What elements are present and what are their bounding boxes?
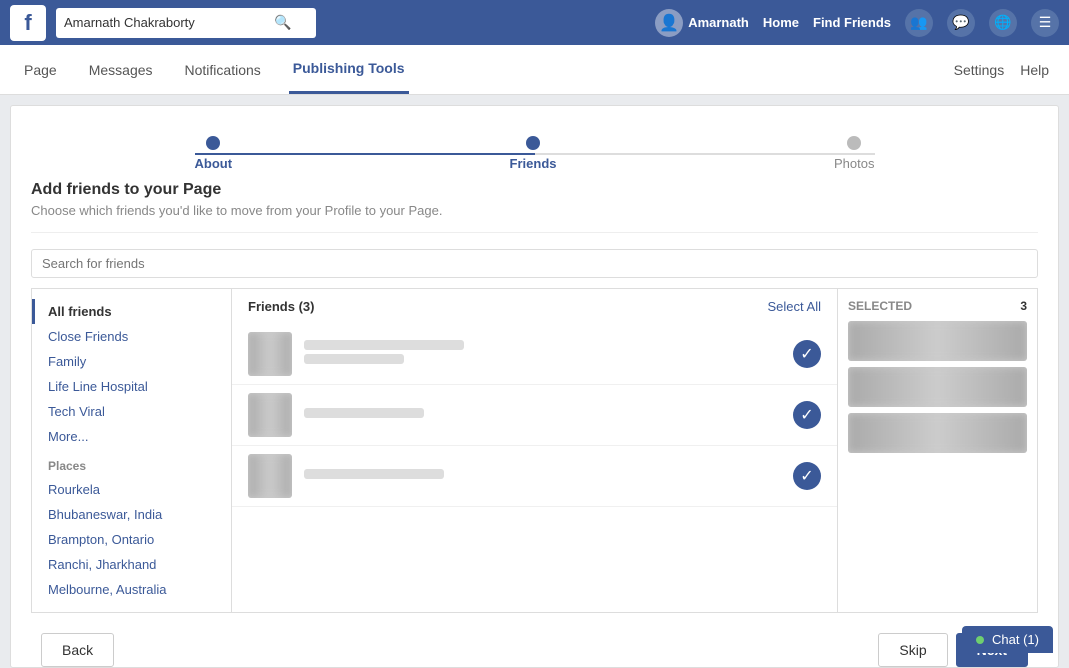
search-icon[interactable]: 🔍 [274, 14, 291, 31]
friend-avatar-2 [248, 393, 292, 437]
tab-notifications[interactable]: Notifications [181, 45, 265, 94]
avatar: 👤 [655, 9, 683, 37]
friends-list-header: Friends (3) Select All [232, 289, 837, 324]
tab-page[interactable]: Page [20, 45, 61, 94]
chat-online-dot [976, 636, 984, 644]
sub-nav-right: Settings Help [954, 62, 1049, 78]
step-label-about: About [195, 156, 233, 171]
search-input[interactable] [64, 15, 274, 30]
search-friends-container [31, 249, 1038, 288]
sidebar-item-bhubaneswar[interactable]: Bhubaneswar, India [32, 502, 231, 527]
step-photos: Photos [834, 136, 874, 171]
sidebar-item-more[interactable]: More... [32, 424, 231, 449]
friend-name-bar-1 [304, 340, 464, 350]
selected-label: SELECTED [848, 299, 912, 313]
step-about: About [195, 136, 233, 171]
avatar-blur-1 [248, 332, 292, 376]
selected-panel: SELECTED 3 [837, 289, 1037, 612]
sidebar-item-all-friends[interactable]: All friends [32, 299, 231, 324]
friend-avatar-1 [248, 332, 292, 376]
selected-avatar-2 [848, 367, 1027, 407]
notifications-icon[interactable]: 🌐 [989, 9, 1017, 37]
check-icon-1[interactable]: ✓ [793, 340, 821, 368]
selected-avatar-blur-3 [848, 413, 1027, 453]
search-friends-input[interactable] [31, 249, 1038, 278]
friend-name-block-2 [304, 408, 781, 422]
search-bar[interactable]: 🔍 [56, 8, 316, 38]
bottom-bar: Back Skip Next [31, 633, 1038, 667]
step-friends: Friends [510, 136, 557, 171]
messages-icon[interactable]: 💬 [947, 9, 975, 37]
selected-avatar-1 [848, 321, 1027, 361]
select-all-button[interactable]: Select All [768, 299, 821, 314]
nav-right: 👤 Amarnath Home Find Friends 👥 💬 🌐 ☰ [655, 9, 1059, 37]
friend-row[interactable]: ✓ [232, 385, 837, 446]
sub-navigation: Page Messages Notifications Publishing T… [0, 45, 1069, 95]
friend-name-block-3 [304, 469, 781, 483]
avatar-blur-2 [248, 393, 292, 437]
friend-row[interactable]: ✓ [232, 324, 837, 385]
sidebar-item-family[interactable]: Family [32, 349, 231, 374]
step-label-friends: Friends [510, 156, 557, 171]
skip-button[interactable]: Skip [878, 633, 947, 667]
top-navigation: f 🔍 👤 Amarnath Home Find Friends 👥 💬 🌐 ☰ [0, 0, 1069, 45]
friends-main: Friends (3) Select All ✓ [232, 289, 837, 612]
sidebar-item-rourkela[interactable]: Rourkela [32, 477, 231, 502]
settings-icon[interactable]: ☰ [1031, 9, 1059, 37]
nav-home[interactable]: Home [763, 15, 799, 30]
tab-publishing-tools[interactable]: Publishing Tools [289, 45, 409, 94]
sidebar-item-melbourne[interactable]: Melbourne, Australia [32, 577, 231, 602]
back-button[interactable]: Back [41, 633, 114, 667]
chat-bar[interactable]: Chat (1) [962, 626, 1053, 653]
settings-button[interactable]: Settings [954, 62, 1005, 78]
main-card: About Friends Photos Add friends to your… [10, 105, 1059, 668]
avatar-blur-3 [248, 454, 292, 498]
sidebar-item-ranchi[interactable]: Ranchi, Jharkhand [32, 552, 231, 577]
section-title: Add friends to your Page [31, 181, 1038, 199]
friend-avatar-3 [248, 454, 292, 498]
selected-avatar-blur-1 [848, 321, 1027, 361]
section-header: Add friends to your Page Choose which fr… [31, 181, 1038, 233]
section-subtitle: Choose which friends you'd like to move … [31, 203, 1038, 218]
chat-label: Chat (1) [992, 632, 1039, 647]
step-dot-about [206, 136, 220, 150]
friends-panel: All friends Close Friends Family Life Li… [31, 288, 1038, 613]
step-dot-friends [526, 136, 540, 150]
selected-header: SELECTED 3 [848, 299, 1027, 313]
friend-name-bar-3 [304, 408, 424, 418]
selected-avatar-blur-2 [848, 367, 1027, 407]
sidebar-item-life-line[interactable]: Life Line Hospital [32, 374, 231, 399]
nav-user[interactable]: 👤 Amarnath [655, 9, 749, 37]
friend-row[interactable]: ✓ [232, 446, 837, 507]
selected-avatar-3 [848, 413, 1027, 453]
selected-count: 3 [1020, 299, 1027, 313]
friend-name-bar-5 [304, 469, 444, 479]
user-name: Amarnath [688, 15, 749, 30]
progress-bar: About Friends Photos [195, 136, 875, 171]
check-icon-2[interactable]: ✓ [793, 401, 821, 429]
sidebar-item-close-friends[interactable]: Close Friends [32, 324, 231, 349]
nav-find-friends[interactable]: Find Friends [813, 15, 891, 30]
progress-line-active [195, 153, 535, 155]
friends-count: Friends (3) [248, 299, 314, 314]
friend-requests-icon[interactable]: 👥 [905, 9, 933, 37]
facebook-logo: f [10, 5, 46, 41]
step-label-photos: Photos [834, 156, 874, 171]
friend-name-block-1 [304, 340, 781, 368]
check-icon-3[interactable]: ✓ [793, 462, 821, 490]
places-label: Places [32, 449, 231, 477]
sidebar-item-tech-viral[interactable]: Tech Viral [32, 399, 231, 424]
sidebar-item-brampton[interactable]: Brampton, Ontario [32, 527, 231, 552]
sidebar-list: All friends Close Friends Family Life Li… [32, 289, 232, 612]
help-button[interactable]: Help [1020, 62, 1049, 78]
tab-messages[interactable]: Messages [85, 45, 157, 94]
step-dot-photos [847, 136, 861, 150]
progress-section: About Friends Photos [31, 116, 1038, 181]
friend-name-bar-2 [304, 354, 404, 364]
